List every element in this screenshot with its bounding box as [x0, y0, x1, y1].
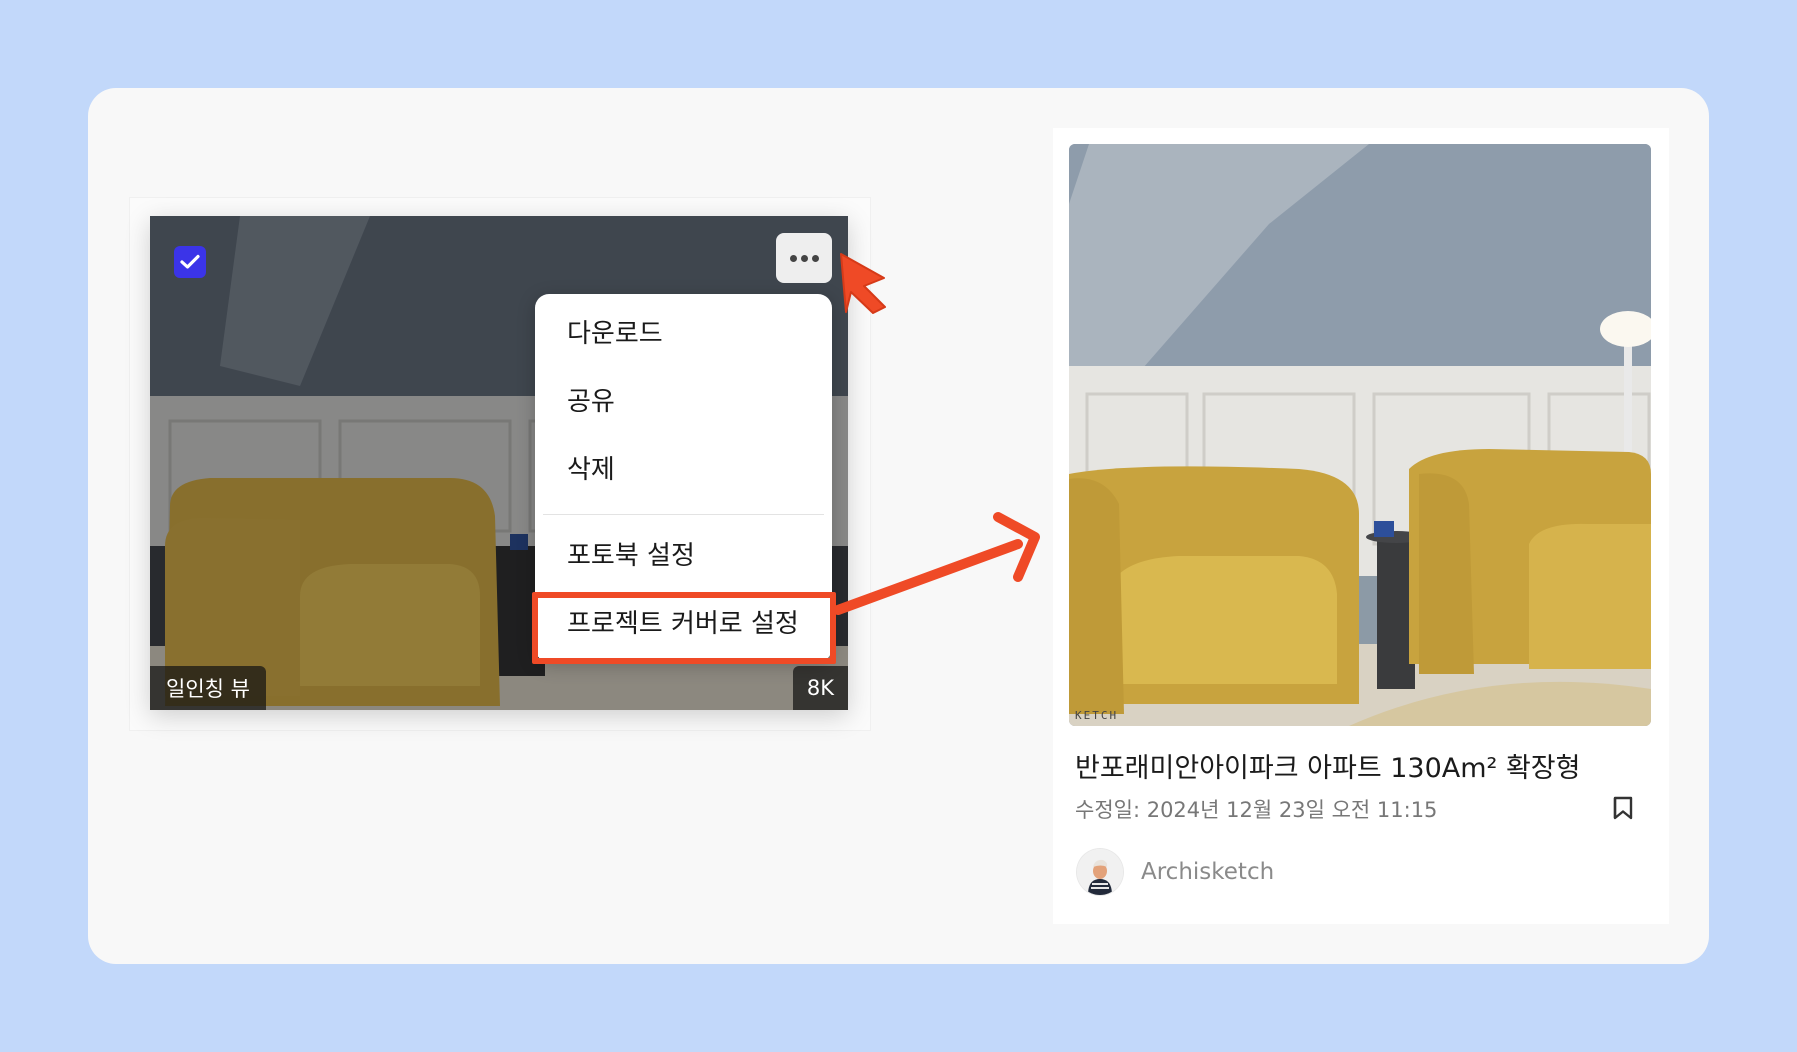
modified-date: 수정일: 2024년 12월 23일 오전 11:15 [1075, 798, 1438, 822]
avatar-illustration [1077, 849, 1123, 895]
author-name[interactable]: Archisketch [1141, 859, 1274, 885]
room-render-image [1069, 144, 1651, 726]
pointer-arrow-icon [833, 512, 1040, 615]
project-title[interactable]: 반포래미안아이파크 아파트 130Am² 확장형 [1075, 746, 1580, 785]
cursor-arrow-icon [840, 253, 886, 314]
project-cover-image: KETCH [1069, 144, 1651, 726]
image-watermark: KETCH [1075, 709, 1119, 722]
project-card[interactable]: KETCH 반포래미안아이파크 아파트 130Am² 확장형 수정일: 2024… [1053, 128, 1669, 924]
bookmark-icon[interactable] [1611, 795, 1635, 821]
avatar[interactable] [1077, 849, 1123, 895]
